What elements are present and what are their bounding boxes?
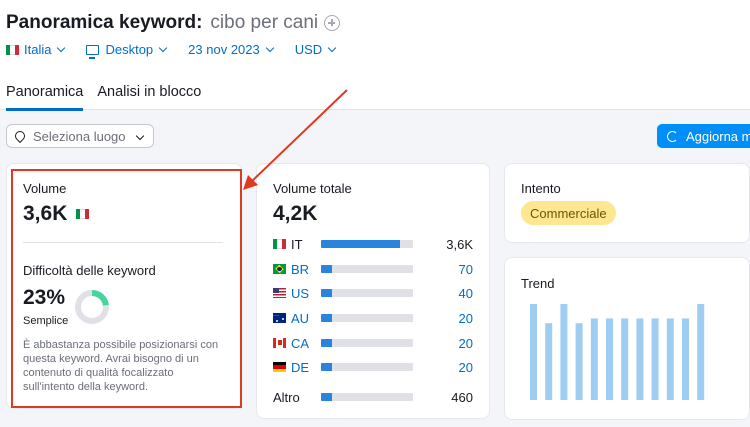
date-filter[interactable]: 23 nov 2023: [188, 42, 274, 57]
total-volume-label: Volume totale: [273, 181, 352, 196]
highlight-box: [11, 169, 242, 408]
date-filter-label: 23 nov 2023: [188, 42, 260, 57]
country-volume: 20: [458, 310, 473, 326]
volume-share-fill: [321, 314, 333, 322]
other-volume: 460: [451, 389, 473, 405]
trend-bar: [651, 318, 659, 400]
country-volume: 20: [458, 359, 473, 375]
country-volume: 70: [458, 261, 473, 277]
country-filter-label: Italia: [24, 42, 52, 57]
tab-bar: Panoramica Analisi in blocco: [6, 84, 215, 111]
country-row-br[interactable]: BR 70: [273, 260, 473, 278]
country-code: US: [291, 285, 310, 301]
chevron-down-icon: [135, 131, 145, 141]
currency-filter-label: USD: [294, 42, 323, 57]
page-header: Panoramica keyword: cibo per cani Italia…: [0, 0, 750, 111]
country-row-it[interactable]: IT 3,6K: [273, 235, 473, 253]
trend-bar: [575, 323, 583, 400]
trend-bar: [545, 323, 553, 400]
volume-share-bar: [321, 393, 413, 401]
chevron-down-icon: [158, 43, 168, 52]
trend-chart: [530, 304, 705, 400]
chevron-down-icon: [265, 43, 274, 52]
canada-flag-icon: [273, 338, 286, 348]
country-volume: 40: [458, 285, 473, 301]
device-filter-label: Desktop: [105, 42, 154, 57]
trend-bar: [621, 318, 629, 400]
update-button-label: Aggiorna m: [686, 128, 750, 144]
trend-bar: [666, 318, 674, 400]
country-code: AU: [291, 310, 310, 326]
trend-bar: [682, 318, 689, 400]
volume-share-bar: [321, 339, 413, 347]
location-pin-icon: [12, 128, 28, 144]
total-volume-value: 4,2K: [273, 202, 318, 225]
country-row-de[interactable]: DE 20: [273, 358, 473, 376]
trend-bar: [530, 304, 537, 400]
volume-share-fill: [321, 339, 333, 347]
usa-flag-icon: [273, 288, 286, 298]
volume-share-fill: [321, 363, 333, 371]
update-button[interactable]: Aggiorna m: [657, 124, 750, 148]
volume-share-bar: [321, 314, 413, 322]
desktop-icon: [86, 44, 100, 59]
volume-share-fill: [321, 393, 333, 401]
volume-share-bar: [321, 240, 413, 248]
volume-share-fill: [321, 265, 333, 273]
volume-share-fill: [321, 289, 333, 297]
chevron-down-icon: [57, 43, 66, 52]
tab-panoramica[interactable]: Panoramica: [6, 84, 84, 111]
volume-share-fill: [321, 240, 401, 248]
chevron-down-icon: [327, 43, 337, 52]
country-filter[interactable]: Italia: [6, 42, 66, 57]
trend-bar: [636, 318, 644, 400]
volume-share-bar: [321, 289, 413, 297]
country-code: CA: [291, 335, 310, 351]
trend-bar: [606, 318, 613, 400]
country-row-ca[interactable]: CA 20: [273, 334, 473, 352]
country-row-us[interactable]: US 40: [273, 284, 473, 302]
country-code: IT: [291, 236, 303, 252]
brazil-flag-icon: [273, 264, 286, 274]
trend-bar: [590, 318, 598, 400]
country-code: DE: [291, 359, 310, 375]
country-row-other: Altro 460: [273, 388, 473, 406]
add-keyword-icon[interactable]: [324, 15, 341, 31]
italy-flag-icon: [273, 239, 286, 249]
title-row: Panoramica keyword: cibo per cani: [6, 12, 341, 34]
germany-flag-icon: [273, 362, 286, 372]
country-volume: 3,6K: [446, 236, 473, 252]
tab-analisi-in-blocco[interactable]: Analisi in blocco: [97, 84, 201, 111]
volume-share-bar: [321, 363, 413, 371]
page-keyword: cibo per cani: [210, 12, 319, 33]
location-select-placeholder: Seleziona luogo: [33, 128, 126, 144]
page-title: Panoramica keyword:: [6, 12, 203, 33]
country-row-au[interactable]: AU 20: [273, 309, 473, 327]
currency-filter[interactable]: USD: [294, 42, 337, 57]
location-select[interactable]: Seleziona luogo: [6, 124, 154, 148]
country-volume: 20: [458, 335, 473, 351]
device-filter[interactable]: Desktop: [86, 42, 168, 59]
refresh-icon: [667, 130, 678, 142]
italy-flag-icon: [6, 44, 19, 55]
intent-label: Intento: [521, 181, 561, 196]
other-label: Altro: [273, 389, 300, 405]
trend-bar: [560, 304, 568, 400]
australia-flag-icon: [273, 313, 286, 323]
volume-share-bar: [321, 265, 413, 273]
country-code: BR: [291, 261, 310, 277]
trend-bar: [697, 304, 705, 400]
filter-bar: Italia Desktop 23 nov 2023 USD: [6, 42, 357, 59]
intent-badge: Commerciale: [521, 201, 616, 225]
